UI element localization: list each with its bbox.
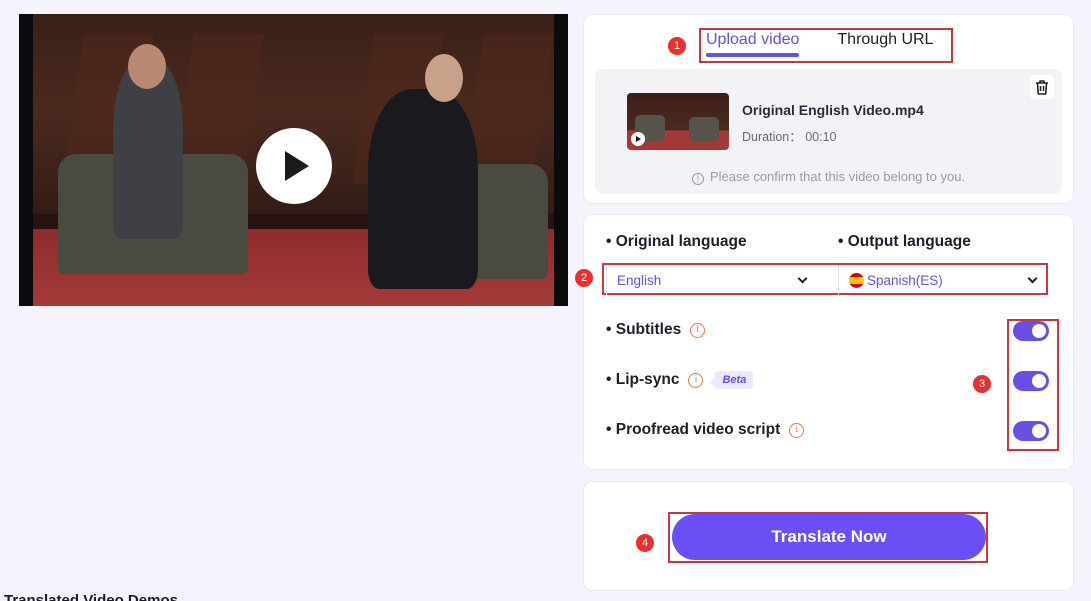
upload-card: 1 Upload video Through URL Original Engl… [583,14,1074,204]
output-language-value-wrap: Spanish(ES) [849,272,943,288]
option-subtitles: • Subtitles i [606,321,706,339]
output-language-value: Spanish(ES) [867,272,943,288]
settings-card: • Original language • Output language 2 … [575,214,1074,470]
ownership-note-text: Please confirm that this video belong to… [709,169,966,184]
option-label: • Subtitles [606,321,682,338]
video-thumbnail[interactable] [627,93,729,150]
tab-through-url[interactable]: Through URL [837,31,933,55]
beta-badge: Beta [710,371,754,389]
tab-upload-video[interactable]: Upload video [706,31,800,57]
option-label: • Lip-sync [606,371,680,388]
uploaded-file-panel: Original English Video.mp4 Duration： 00:… [595,69,1062,194]
trash-icon [1036,79,1048,95]
file-duration: Duration： 00:10 [742,130,837,144]
thumbnail-play-icon [631,132,645,146]
source-tabs: Upload video Through URL [706,31,933,57]
annotation-badge-4: 4 [636,534,654,552]
info-icon[interactable]: i [688,372,704,388]
play-button[interactable] [256,128,332,204]
annotation-badge-3: 3 [973,375,991,393]
spain-flag-icon [849,272,864,288]
chevron-down-icon [1027,273,1038,283]
section-heading: Translated Video Demos [4,592,178,601]
annotation-box-4 [668,512,988,563]
chevron-down-icon [797,273,808,283]
video-player[interactable] [19,14,568,306]
output-language-select[interactable]: Spanish(ES) [838,265,1046,295]
option-label: • Proofread video script [606,421,781,438]
option-proofread: • Proofread video script i [606,421,805,439]
play-icon [285,151,309,181]
original-language-value: English [617,272,662,288]
info-icon[interactable]: i [789,422,805,438]
file-name: Original English Video.mp4 [742,102,924,118]
output-language-label: • Output language [838,233,971,250]
annotation-box-3 [1007,319,1059,451]
action-card: 4 Translate Now [583,481,1074,591]
delete-file-button[interactable] [1030,75,1054,99]
info-icon: ! [691,173,704,185]
ownership-note: ! Please confirm that this video belong t… [595,169,1062,185]
annotation-badge-2: 2 [575,269,593,287]
original-language-select[interactable]: English [606,265,816,295]
annotation-badge-1: 1 [668,37,686,55]
option-lip-sync: • Lip-sync i Beta [606,371,754,389]
info-icon[interactable]: i [690,322,706,338]
original-language-label: • Original language [606,233,747,250]
